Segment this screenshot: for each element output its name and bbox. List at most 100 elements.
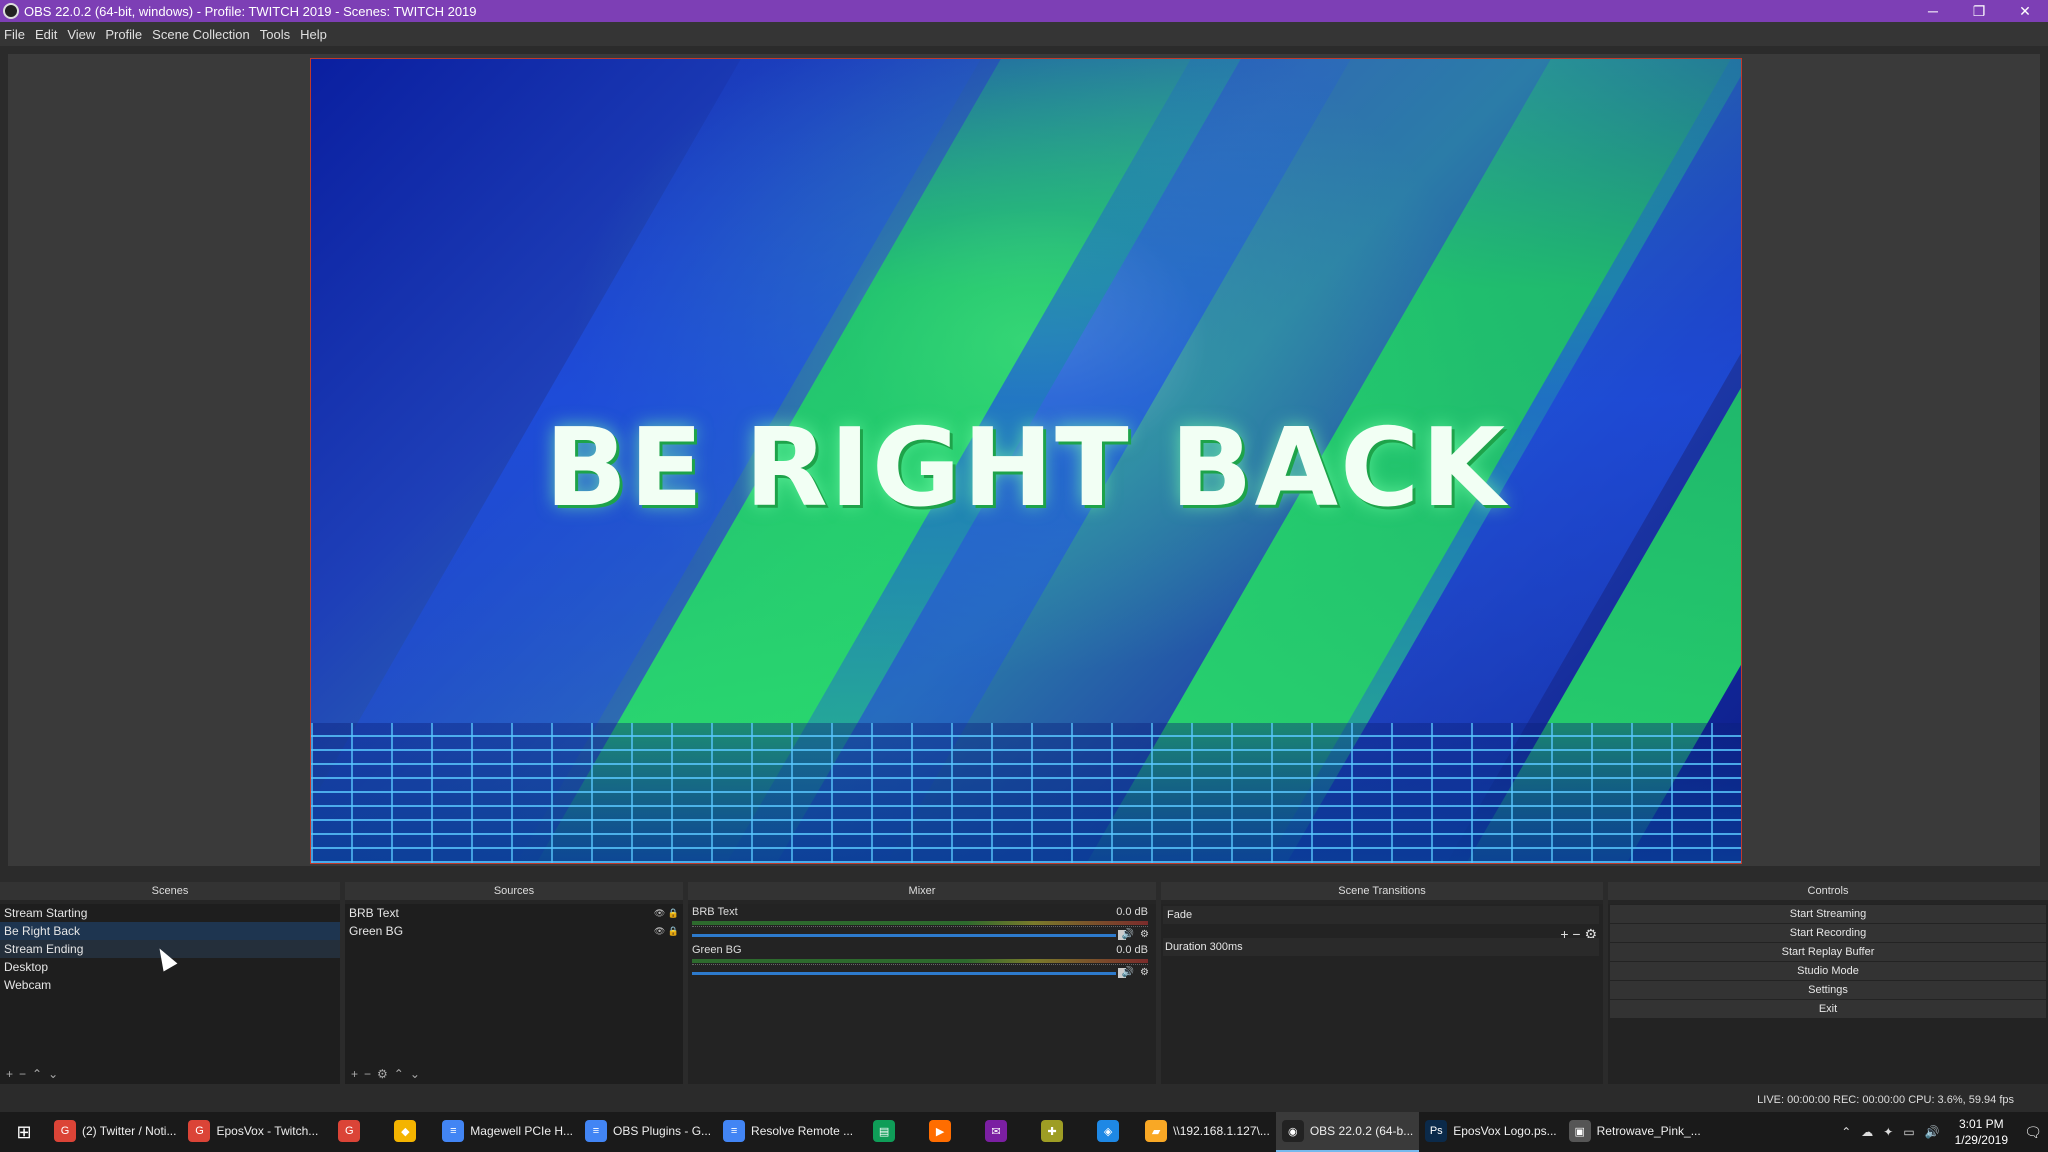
menu-scene-collection[interactable]: Scene Collection	[152, 27, 250, 42]
volume-icon[interactable]: 🔊	[1925, 1125, 1940, 1139]
scenes-list: Stream Starting Be Right Back Stream End…	[0, 904, 340, 1084]
move-source-up-button[interactable]: ⌃	[394, 1067, 404, 1081]
taskbar-app[interactable]: ▰ \\192.168.1.127\...	[1139, 1112, 1276, 1152]
app-icon: ≡	[585, 1120, 607, 1142]
app-icon: ▰	[1145, 1120, 1168, 1142]
controls-header: Controls	[1608, 882, 2048, 900]
scene-preview[interactable]: BE RIGHT BACK	[310, 58, 1742, 864]
app-icon: ◆	[394, 1120, 417, 1142]
restore-button[interactable]: ❐	[1956, 0, 2002, 22]
dropbox-icon[interactable]: ✦	[1883, 1125, 1893, 1139]
add-source-button[interactable]: +	[351, 1067, 358, 1081]
gear-icon[interactable]: ⚙	[1140, 929, 1149, 940]
taskbar-app[interactable]: ≡ Magewell PCIe H...	[436, 1112, 579, 1152]
taskbar-app-label: EposVox - Twitch...	[216, 1124, 319, 1138]
taskbar-app[interactable]: ✚	[1027, 1112, 1083, 1152]
source-properties-button[interactable]: ⚙	[377, 1067, 388, 1081]
taskbar-app[interactable]: ▤	[859, 1112, 915, 1152]
transition-select[interactable]: Fade	[1163, 906, 1599, 924]
taskbar-app[interactable]: ◆	[380, 1112, 436, 1152]
duration-field[interactable]: Duration 300ms	[1163, 938, 1599, 956]
scene-item[interactable]: Webcam	[0, 976, 340, 994]
studio-mode-button[interactable]: Studio Mode	[1610, 962, 2046, 980]
minimize-button[interactable]: ─	[1910, 0, 1956, 22]
start-replay-buffer-button[interactable]: Start Replay Buffer	[1610, 943, 2046, 961]
scene-item[interactable]: Be Right Back	[0, 922, 340, 940]
mute-icon[interactable]: 🔊	[1122, 967, 1134, 978]
move-source-down-button[interactable]: ⌄	[410, 1067, 420, 1081]
source-item[interactable]: BRB Text 👁 🔒	[345, 904, 683, 922]
source-name: BRB Text	[349, 906, 399, 920]
taskbar-app[interactable]: G	[324, 1112, 380, 1152]
taskbar-app[interactable]: ✉	[971, 1112, 1027, 1152]
menu-profile[interactable]: Profile	[105, 27, 142, 42]
taskbar-app-label: (2) Twitter / Noti...	[82, 1124, 177, 1138]
move-scene-down-button[interactable]: ⌄	[48, 1067, 58, 1081]
move-scene-up-button[interactable]: ⌃	[32, 1067, 42, 1081]
taskbar-app[interactable]: ◈	[1083, 1112, 1139, 1152]
menu-help[interactable]: Help	[300, 27, 327, 42]
taskbar-app[interactable]: ≡ OBS Plugins - G...	[579, 1112, 717, 1152]
taskbar-app-label: Magewell PCIe H...	[470, 1124, 573, 1138]
remove-source-button[interactable]: −	[364, 1067, 371, 1081]
tray-expand-icon[interactable]: ⌃	[1841, 1125, 1851, 1139]
mixer-channels: BRB Text 0.0 dB 🔊 ⚙ Green BG 0.0 dB 🔊 ⚙	[688, 904, 1156, 1084]
menu-edit[interactable]: Edit	[35, 27, 57, 42]
menu-file[interactable]: File	[4, 27, 25, 42]
taskbar-app-label: EposVox Logo.ps...	[1453, 1124, 1557, 1138]
sources-toolbar: + − ⚙ ⌃ ⌄	[345, 1064, 683, 1084]
channel-name: Green BG	[692, 944, 742, 956]
taskbar-app[interactable]: ▣ Retrowave_Pink_...	[1563, 1112, 1707, 1152]
scene-item[interactable]: Stream Starting	[0, 904, 340, 922]
taskbar-app[interactable]: ◉ OBS 22.0.2 (64-b...	[1275, 1112, 1420, 1152]
volume-fader[interactable]	[692, 972, 1116, 975]
channel-name: BRB Text	[692, 906, 738, 918]
transitions-body: Fade + − ⚙ Duration 300ms	[1161, 904, 1603, 1084]
taskbar-app[interactable]: Ps EposVox Logo.ps...	[1419, 1112, 1562, 1152]
status-bar: LIVE: 00:00:00 REC: 00:00:00 CPU: 3.6%, …	[0, 1090, 2048, 1112]
taskbar-items: G (2) Twitter / Noti... G EposVox - Twitch.…	[48, 1112, 1707, 1152]
title-bar[interactable]: OBS 22.0.2 (64-bit, windows) - Profile: …	[0, 0, 2048, 22]
app-icon: G	[338, 1120, 361, 1142]
menu-view[interactable]: View	[67, 27, 95, 42]
notification-icon[interactable]: 🗨	[2018, 1112, 2048, 1152]
windows-start-icon[interactable]: ⊞	[0, 1112, 48, 1152]
system-tray: ⌃ ☁ ✦ ▭ 🔊 3:01 PM 1/29/2019 🗨	[1836, 1112, 2048, 1152]
app-icon: ◉	[1281, 1120, 1304, 1142]
mixer-dock: Mixer BRB Text 0.0 dB 🔊 ⚙ Green BG 0.0 d…	[688, 882, 1156, 1084]
app-icon: ▣	[1568, 1120, 1591, 1142]
network-icon[interactable]: ▭	[1903, 1125, 1914, 1139]
start-recording-button[interactable]: Start Recording	[1610, 924, 2046, 942]
clock[interactable]: 3:01 PM 1/29/2019	[1955, 1116, 2008, 1148]
start-streaming-button[interactable]: Start Streaming	[1610, 905, 2046, 923]
taskbar-app[interactable]: G EposVox - Twitch...	[182, 1112, 324, 1152]
settings-button[interactable]: Settings	[1610, 981, 2046, 999]
app-icon: G	[54, 1120, 76, 1142]
visibility-lock-icon[interactable]: 👁 🔒	[654, 904, 683, 922]
source-item[interactable]: Green BG 👁 🔒	[345, 922, 683, 940]
menu-tools[interactable]: Tools	[260, 27, 290, 42]
volume-fader[interactable]	[692, 934, 1116, 937]
exit-button[interactable]: Exit	[1610, 1000, 2046, 1018]
visibility-lock-icon[interactable]: 👁 🔒	[654, 922, 683, 940]
mute-icon[interactable]: 🔊	[1122, 929, 1134, 940]
taskbar-app[interactable]: G (2) Twitter / Noti...	[48, 1112, 182, 1152]
close-button[interactable]: ✕	[2002, 0, 2048, 22]
mixer-channel: BRB Text 0.0 dB 🔊 ⚙	[688, 904, 1156, 942]
taskbar-app-label: Retrowave_Pink_...	[1596, 1124, 1701, 1138]
taskbar-app[interactable]: ▶	[915, 1112, 971, 1152]
gear-icon[interactable]: ⚙	[1140, 967, 1149, 978]
app-icon: Ps	[1425, 1120, 1448, 1142]
status-text: LIVE: 00:00:00 REC: 00:00:00 CPU: 3.6%, …	[1757, 1094, 2014, 1106]
sources-dock: Sources BRB Text 👁 🔒 Green BG 👁 🔒 + − ⚙ …	[345, 882, 683, 1084]
add-scene-button[interactable]: +	[6, 1067, 13, 1081]
app-icon: ▶	[929, 1120, 952, 1142]
app-icon: ≡	[442, 1120, 465, 1142]
obs-logo-icon	[3, 3, 19, 19]
channel-db: 0.0 dB	[1116, 944, 1148, 956]
cloud-icon[interactable]: ☁	[1861, 1125, 1873, 1139]
taskbar-app[interactable]: ≡ Resolve Remote ...	[717, 1112, 859, 1152]
remove-scene-button[interactable]: −	[19, 1067, 26, 1081]
controls-dock: Controls Start Streaming Start Recording…	[1608, 882, 2048, 1084]
app-icon: G	[188, 1120, 211, 1142]
